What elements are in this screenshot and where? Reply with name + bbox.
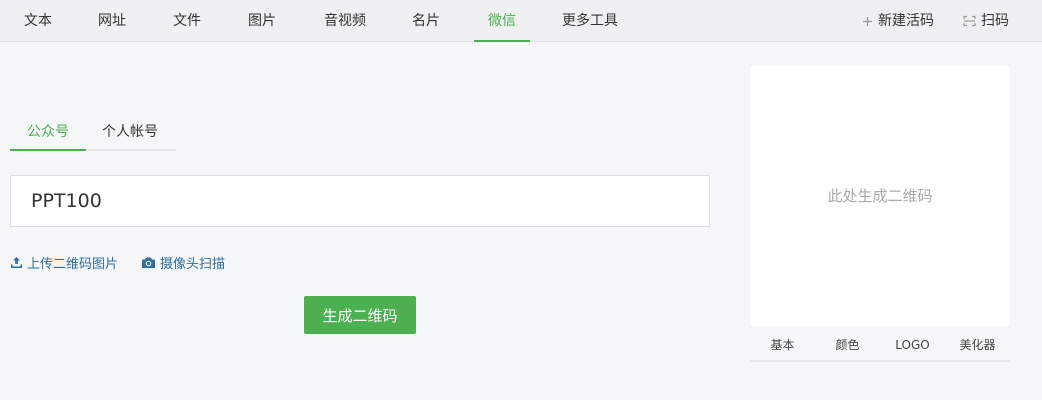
nav-tab-wechat[interactable]: 微信 bbox=[474, 0, 530, 42]
qr-style-tabs: 基本 颜色 LOGO 美化器 bbox=[750, 330, 1010, 362]
tab-official-account[interactable]: 公众号 bbox=[10, 116, 86, 151]
nav-tab-image[interactable]: 图片 bbox=[236, 0, 288, 42]
qr-preview-panel: 此处生成二维码 bbox=[750, 66, 1010, 326]
scan-button[interactable]: 扫码 bbox=[963, 0, 1009, 42]
camera-scan-link[interactable]: 摄像头扫描 bbox=[141, 252, 225, 272]
nav-tab-audio-video[interactable]: 音视频 bbox=[314, 0, 376, 42]
nav-tab-url[interactable]: 网址 bbox=[86, 0, 138, 42]
nav-tab-business-card[interactable]: 名片 bbox=[400, 0, 452, 42]
nav-tab-text[interactable]: 文本 bbox=[12, 0, 64, 42]
upload-qr-image-label: 上传二维码图片 bbox=[27, 256, 119, 272]
camera-icon bbox=[141, 256, 156, 269]
new-live-code-label: 新建活码 bbox=[878, 13, 934, 29]
generate-qr-button[interactable]: 生成二维码 bbox=[304, 296, 416, 334]
plus-icon bbox=[862, 16, 873, 27]
qr-placeholder-text: 此处生成二维码 bbox=[827, 187, 933, 205]
scan-label: 扫码 bbox=[981, 13, 1009, 29]
new-live-code-button[interactable]: 新建活码 bbox=[862, 0, 934, 42]
camera-scan-label: 摄像头扫描 bbox=[160, 256, 226, 272]
tab-basic[interactable]: 基本 bbox=[750, 330, 815, 360]
upload-icon bbox=[10, 256, 23, 269]
upload-qr-image-link[interactable]: 上传二维码图片 bbox=[10, 252, 118, 272]
tab-logo[interactable]: LOGO bbox=[880, 330, 945, 360]
nav-tab-more-tools[interactable]: 更多工具 bbox=[552, 0, 628, 42]
account-type-tabs: 公众号 个人帐号 bbox=[10, 116, 176, 151]
nav-tab-file[interactable]: 文件 bbox=[161, 0, 213, 42]
tab-personal-account[interactable]: 个人帐号 bbox=[90, 116, 170, 149]
tab-color[interactable]: 颜色 bbox=[815, 330, 880, 360]
scan-icon bbox=[963, 15, 976, 27]
wechat-account-input[interactable] bbox=[10, 175, 710, 227]
tab-beautifier[interactable]: 美化器 bbox=[945, 330, 1010, 360]
top-nav: 文本 网址 文件 图片 音视频 名片 微信 更多工具 新建活码 扫码 bbox=[0, 0, 1042, 42]
